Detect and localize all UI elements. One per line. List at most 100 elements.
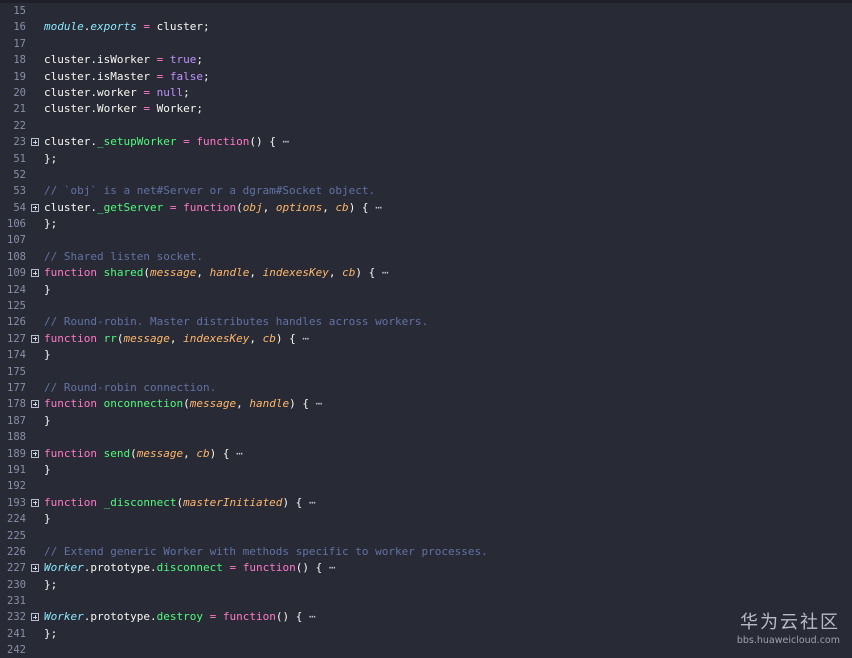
folded-code-ellipsis-icon[interactable]: ⋯ [316, 397, 323, 410]
code-line[interactable]: 108 // Shared listen socket. [0, 249, 852, 265]
folded-code-ellipsis-icon[interactable]: ⋯ [282, 135, 289, 148]
fold-expand-icon[interactable] [31, 613, 39, 622]
code-token: obj [242, 200, 263, 214]
code-token: .prototype. [83, 610, 157, 624]
code-line[interactable]: 224} [0, 511, 852, 527]
code-line[interactable]: 16 module.exports = cluster; [0, 19, 852, 35]
code-line[interactable]: 17 [0, 36, 852, 52]
code-line[interactable]: 126 // Round-robin. Master distributes ha… [0, 314, 852, 330]
code-line[interactable]: 225 [0, 528, 852, 544]
code-line[interactable]: 178 function onconnection(message, handle… [0, 396, 852, 412]
code-line[interactable]: 227 Worker.prototype.disconnect = functio… [0, 560, 852, 576]
code-token: // Round-robin connection. [44, 380, 217, 394]
code-token: cluster. [44, 200, 97, 214]
code-token: ; [196, 53, 203, 67]
code-token: ( [236, 200, 243, 214]
code-line[interactable]: 187} [0, 413, 852, 429]
code-line[interactable]: 106}; [0, 216, 852, 232]
folded-code-ellipsis-icon[interactable]: ⋯ [329, 561, 336, 574]
folded-code-ellipsis-icon[interactable]: ⋯ [382, 266, 389, 279]
code-text: function shared(message, handle, indexes… [44, 265, 388, 281]
code-token: } [44, 512, 51, 526]
code-text: function onconnection(message, handle) {… [44, 396, 322, 412]
code-line[interactable]: 127 function rr(message, indexesKey, cb) … [0, 331, 852, 347]
code-line[interactable]: 226 // Extend generic Worker with methods… [0, 544, 852, 560]
code-token: () { [295, 561, 329, 575]
folded-code-ellipsis-icon[interactable]: ⋯ [309, 496, 316, 509]
code-line[interactable]: 241}; [0, 626, 852, 642]
folded-code-ellipsis-icon[interactable]: ⋯ [309, 610, 316, 623]
code-line[interactable]: 177 // Round-robin connection. [0, 380, 852, 396]
code-line[interactable]: 189 function send(message, cb) { ⋯ [0, 446, 852, 462]
fold-expand-icon[interactable] [31, 138, 39, 147]
folded-code-ellipsis-icon[interactable]: ⋯ [375, 201, 382, 214]
fold-expand-icon[interactable] [31, 400, 39, 409]
line-number: 106 [7, 218, 26, 231]
line-number: 17 [13, 37, 26, 50]
code-token: ) { [282, 495, 309, 509]
code-line[interactable]: 109 function shared(message, handle, inde… [0, 265, 852, 281]
fold-expand-icon[interactable] [31, 564, 39, 573]
code-line[interactable]: 230}; [0, 577, 852, 593]
folded-code-ellipsis-icon[interactable]: ⋯ [236, 447, 243, 460]
code-token: Worker [44, 610, 84, 624]
code-token: function [196, 135, 250, 149]
code-token: function [44, 446, 97, 460]
code-line[interactable]: 242 [0, 642, 852, 658]
code-line[interactable]: 51}; [0, 151, 852, 167]
code-text: cluster.Worker = Worker; [44, 101, 203, 117]
line-number: 225 [7, 529, 26, 542]
code-line[interactable]: 191} [0, 462, 852, 478]
code-line[interactable]: 53 // `obj` is a net#Server or a dgram#So… [0, 183, 852, 199]
code-editor[interactable]: 15 16 module.exports = cluster; 17 18 cluster… [0, 0, 852, 658]
code-token: cluster.isMaster [44, 69, 157, 83]
code-token: handle [209, 266, 250, 280]
line-number: 232 [7, 611, 26, 624]
fold-expand-icon[interactable] [31, 269, 39, 278]
code-token: destroy [156, 610, 203, 624]
code-token: indexesKey [183, 331, 250, 345]
code-line[interactable]: 124} [0, 282, 852, 298]
code-line[interactable]: 52 [0, 167, 852, 183]
fold-expand-icon[interactable] [31, 334, 39, 343]
code-token: true [169, 53, 197, 67]
code-line[interactable]: 21 cluster.Worker = Worker; [0, 101, 852, 117]
code-line[interactable]: 193 function _disconnect(masterInitiated)… [0, 495, 852, 511]
line-number: 175 [7, 365, 26, 378]
code-line[interactable]: 20 cluster.worker = null; [0, 85, 852, 101]
code-line[interactable]: 175 [0, 364, 852, 380]
code-line[interactable]: 231 [0, 593, 852, 609]
code-token: ; [183, 85, 190, 99]
code-text: cluster.isWorker = true; [44, 52, 203, 68]
code-line[interactable]: 192 [0, 478, 852, 494]
code-line[interactable]: 54 cluster._getServer = function(obj, opt… [0, 200, 852, 216]
code-line[interactable]: 174} [0, 347, 852, 363]
fold-expand-icon[interactable] [31, 203, 39, 212]
code-token: indexesKey [262, 266, 329, 280]
folded-code-ellipsis-icon[interactable]: ⋯ [302, 332, 309, 345]
code-line[interactable]: 23 cluster._setupWorker = function() { ⋯ [0, 134, 852, 150]
code-line[interactable]: 232 Worker.prototype.destroy = function()… [0, 609, 852, 625]
code-text: Worker.prototype.destroy = function() { … [44, 609, 316, 625]
code-text: // Round-robin connection. [44, 380, 216, 396]
code-line[interactable]: 15 [0, 3, 852, 19]
code-line[interactable]: 107 [0, 232, 852, 248]
code-line[interactable]: 125 [0, 298, 852, 314]
line-number: 178 [7, 398, 26, 411]
code-token: handle [249, 397, 290, 411]
code-line[interactable]: 19 cluster.isMaster = false; [0, 69, 852, 85]
code-token: .prototype. [83, 561, 157, 575]
code-token: ) { [275, 331, 303, 345]
code-line[interactable]: 22 [0, 118, 852, 134]
fold-expand-icon[interactable] [31, 449, 39, 458]
code-token: ) { [348, 200, 376, 214]
code-text: Worker.prototype.disconnect = function()… [44, 560, 335, 576]
code-token: , [328, 266, 343, 280]
code-line[interactable]: 18 cluster.isWorker = true; [0, 52, 852, 68]
line-number: 20 [13, 86, 26, 99]
fold-expand-icon[interactable] [31, 498, 39, 507]
code-line[interactable]: 188 [0, 429, 852, 445]
